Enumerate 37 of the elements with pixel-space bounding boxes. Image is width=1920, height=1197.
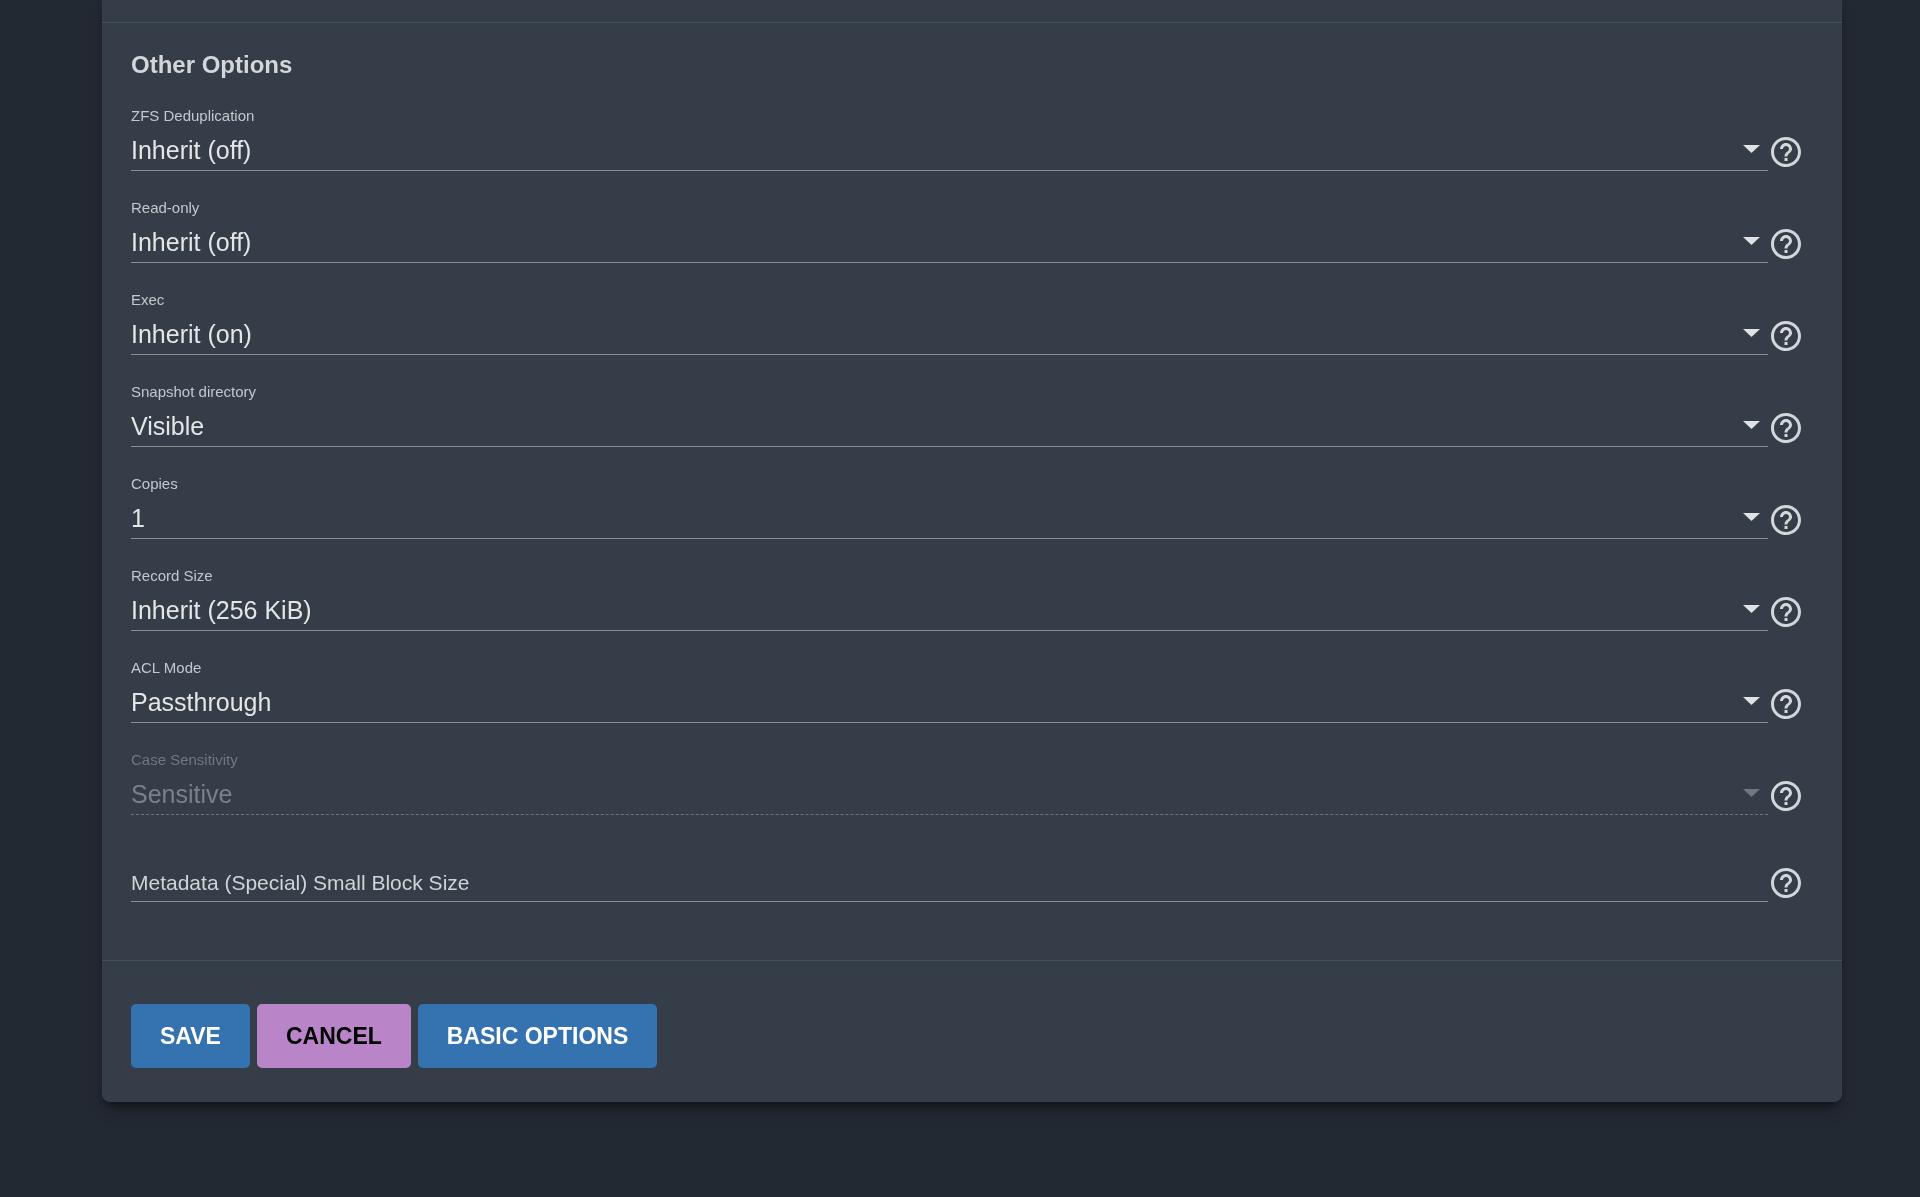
field-label: Record Size <box>131 566 214 586</box>
help-icon[interactable] <box>1771 413 1801 443</box>
select-field[interactable]: Inherit (off) <box>131 218 1768 263</box>
field-label: ACL Mode <box>131 658 203 678</box>
field-label: Snapshot directory <box>131 382 258 402</box>
caret-icon <box>1743 329 1760 337</box>
primary-button[interactable]: BASIC OPTIONS <box>417 1004 658 1068</box>
help-icon[interactable] <box>1771 137 1801 167</box>
select-field[interactable]: 1 <box>131 494 1768 539</box>
input-field[interactable]: Metadata (Special) Small Block Size <box>131 857 1768 902</box>
field-label: Read-only <box>131 198 201 218</box>
caret-icon <box>1743 605 1760 613</box>
select-field[interactable]: Visible <box>131 402 1768 447</box>
select-field[interactable]: Inherit (off) <box>131 126 1768 171</box>
help-icon[interactable] <box>1771 597 1801 627</box>
caret-icon <box>1743 237 1760 245</box>
caret-icon <box>1743 697 1760 705</box>
help-icon[interactable] <box>1771 781 1801 811</box>
select-field[interactable]: Passthrough <box>131 678 1768 723</box>
field-label: ZFS Deduplication <box>131 106 256 126</box>
help-icon[interactable] <box>1771 229 1801 259</box>
select-field[interactable]: Inherit (on) <box>131 310 1768 355</box>
field-label: Case Sensitivity <box>131 750 239 770</box>
secondary-button[interactable]: CANCEL <box>256 1004 411 1068</box>
field-label: Copies <box>131 474 179 494</box>
caret-icon <box>1743 145 1760 153</box>
select-field[interactable]: Inherit (256 KiB) <box>131 586 1768 631</box>
caret-icon <box>1743 421 1760 429</box>
caret-icon <box>1743 513 1760 521</box>
help-icon[interactable] <box>1771 868 1801 898</box>
field-label: Exec <box>131 290 166 310</box>
caret-icon <box>1743 789 1760 797</box>
help-icon[interactable] <box>1771 321 1801 351</box>
section-title: Other Options <box>131 50 294 80</box>
help-icon[interactable] <box>1771 505 1801 535</box>
primary-button[interactable]: SAVE <box>131 1004 250 1068</box>
help-icon[interactable] <box>1771 689 1801 719</box>
